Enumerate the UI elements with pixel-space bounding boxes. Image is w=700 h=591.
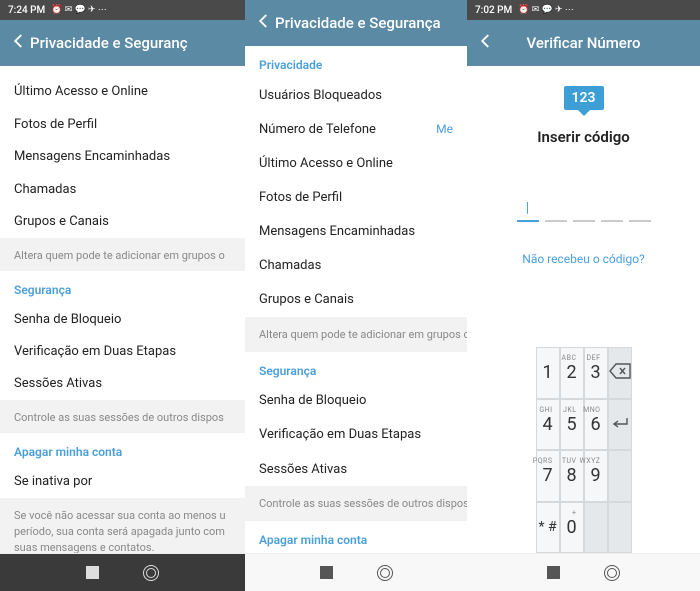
- item-profile-photos[interactable]: Fotos de Perfil: [0, 108, 245, 140]
- section-delete-account: Apagar minha conta: [0, 433, 245, 465]
- item-calls[interactable]: Chamadas: [245, 249, 467, 283]
- nav-recents[interactable]: [86, 566, 99, 579]
- app-header: Verificar Número: [467, 20, 700, 66]
- key-enter[interactable]: [608, 399, 632, 451]
- key-6[interactable]: 6MNO: [584, 399, 608, 451]
- item-passcode[interactable]: Senha de Bloqueio: [245, 384, 467, 418]
- status-time: 7:02 PM: [475, 5, 512, 16]
- back-button[interactable]: [255, 12, 275, 34]
- groups-hint: Altera quem pode te adicionar em grupos …: [0, 238, 245, 271]
- nav-home[interactable]: [377, 565, 393, 581]
- android-navbar: [245, 553, 467, 591]
- sms-bubble-icon: 123: [564, 86, 604, 110]
- item-two-factor[interactable]: Verificação em Duas Etapas: [245, 418, 467, 452]
- status-icons: ⏰ ✉ 💬 ✈ ⋯: [518, 5, 573, 15]
- back-button[interactable]: [10, 32, 30, 54]
- item-groups-channels[interactable]: Grupos e Canais: [0, 205, 245, 237]
- key-5[interactable]: 5JKL: [560, 399, 584, 451]
- item-last-seen[interactable]: Último Acesso e Online: [245, 146, 467, 180]
- key-2[interactable]: 2ABC: [560, 347, 584, 399]
- sessions-hint: Controle as suas sessões de outros dispo…: [245, 486, 467, 521]
- numeric-keypad: 1 2ABC 3DEF 4GHI 5JKL 6MNO 7PQRS 8TUV 9W…: [536, 347, 632, 553]
- key-empty-2: [584, 502, 608, 554]
- key-4[interactable]: 4GHI: [536, 399, 560, 451]
- section-security: Segurança: [245, 352, 467, 384]
- sessions-hint: Controle as suas sessões de outros dispo…: [0, 400, 245, 433]
- code-input-row[interactable]: |: [517, 196, 651, 222]
- key-empty-1: [608, 450, 632, 502]
- backspace-icon: [609, 363, 631, 383]
- enter-icon: [610, 415, 630, 434]
- groups-hint: Altera quem pode te adicionar em grupos …: [245, 317, 467, 352]
- item-active-sessions[interactable]: Sessões Ativas: [245, 452, 467, 486]
- header-title: Privacidade e Seguranç: [30, 34, 235, 52]
- key-9[interactable]: 9WXYZ: [584, 450, 608, 502]
- key-0[interactable]: 0+: [560, 502, 584, 554]
- item-blocked-users[interactable]: Usuários Bloqueados: [245, 78, 467, 112]
- status-time: 7:24 PM: [8, 5, 45, 16]
- code-cell-3[interactable]: [573, 196, 595, 222]
- section-delete-account: Apagar minha conta: [245, 521, 467, 553]
- back-button[interactable]: [477, 32, 497, 54]
- section-security: Segurança: [0, 271, 245, 303]
- settings-list: Privacidade Usuários Bloqueados Número d…: [245, 46, 467, 553]
- nav-recents[interactable]: [320, 566, 333, 579]
- header-title: Privacidade e Segurança: [275, 14, 457, 32]
- header-title: Verificar Número: [497, 34, 690, 52]
- item-calls[interactable]: Chamadas: [0, 173, 245, 205]
- nav-home[interactable]: [604, 565, 620, 581]
- item-two-factor[interactable]: Verificação em Duas Etapas: [0, 335, 245, 367]
- verify-body: 123 Inserir código | Não recebeu o códig…: [467, 66, 700, 553]
- item-last-seen[interactable]: Último Acesso e Online: [0, 76, 245, 108]
- item-passcode[interactable]: Senha de Bloqueio: [0, 303, 245, 335]
- phone-number-value: Me: [436, 122, 453, 136]
- settings-list: Último Acesso e Online Fotos de Perfil M…: [0, 66, 245, 553]
- phone-screen-3: 7:02 PM ⏰ ✉ 💬 ✈ ⋯ Verificar Número 123 I…: [467, 0, 700, 591]
- android-navbar: [0, 553, 245, 591]
- resend-link[interactable]: Não recebeu o código?: [522, 252, 644, 266]
- code-cell-4[interactable]: [601, 196, 623, 222]
- section-privacy: Privacidade: [245, 46, 467, 78]
- nav-home[interactable]: [143, 565, 159, 581]
- key-backspace[interactable]: [608, 347, 632, 399]
- status-bar: 7:02 PM ⏰ ✉ 💬 ✈ ⋯: [467, 0, 700, 20]
- android-navbar: [467, 553, 700, 591]
- phone-screen-2: Privacidade e Segurança Privacidade Usuá…: [245, 0, 467, 591]
- item-profile-photos[interactable]: Fotos de Perfil: [245, 180, 467, 214]
- status-bar: 7:24 PM ⏰ ✉ 💬 ✈ ⋯: [0, 0, 245, 20]
- key-1[interactable]: 1: [536, 347, 560, 399]
- status-icons: ⏰ ✉ 💬 ✈ ⋯: [51, 5, 106, 15]
- code-cell-5[interactable]: [629, 196, 651, 222]
- code-cell-1[interactable]: |: [517, 196, 539, 222]
- item-forwarded-messages[interactable]: Mensagens Encaminhadas: [0, 141, 245, 173]
- app-header: Privacidade e Segurança: [245, 0, 467, 46]
- code-cell-2[interactable]: [545, 196, 567, 222]
- item-groups-channels[interactable]: Grupos e Canais: [245, 283, 467, 317]
- key-7[interactable]: 7PQRS: [536, 450, 560, 502]
- nav-recents[interactable]: [547, 566, 560, 579]
- verify-title: Inserir código: [537, 128, 630, 146]
- item-inactive-for[interactable]: Se inativa por: [0, 465, 245, 497]
- item-active-sessions[interactable]: Sessões Ativas: [0, 368, 245, 400]
- phone-screen-1: 7:24 PM ⏰ ✉ 💬 ✈ ⋯ Privacidade e Seguranç…: [0, 0, 245, 591]
- item-forwarded-messages[interactable]: Mensagens Encaminhadas: [245, 215, 467, 249]
- verify-subtitle: [490, 156, 676, 166]
- delete-hint: Se você não acessar sua conta ao menos u…: [0, 498, 245, 553]
- key-3[interactable]: 3DEF: [584, 347, 608, 399]
- key-star-hash[interactable]: * #: [536, 502, 560, 554]
- item-phone-number[interactable]: Número de TelefoneMe: [245, 112, 467, 146]
- key-empty-3: [608, 502, 632, 554]
- app-header: Privacidade e Seguranç: [0, 20, 245, 66]
